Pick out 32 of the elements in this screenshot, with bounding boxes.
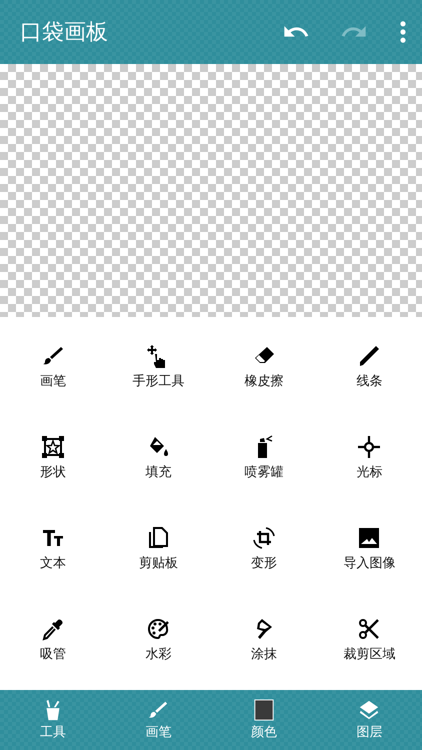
pencil-icon [357,344,382,368]
bottom-tab[interactable]: 颜色 [211,690,316,750]
palette-icon [146,617,170,642]
crosshair-icon [357,434,382,459]
tool-item[interactable]: 文本 [0,504,106,595]
tool-item[interactable]: 填充 [106,412,211,504]
tool-item[interactable]: 变形 [211,504,316,595]
tool-item[interactable]: 手形工具 [106,321,211,412]
tool-item[interactable]: 喷雾罐 [211,412,316,504]
tool-item[interactable]: 光标 [316,412,422,504]
image-icon [357,526,382,550]
tool-item[interactable]: 裁剪区域 [316,594,422,686]
scissors-icon [357,617,382,642]
tool-item[interactable]: 涂抹 [211,594,316,686]
bottom-tab[interactable]: 画笔 [106,690,211,750]
tool-item[interactable]: 剪贴板 [106,504,211,595]
crop-rotate-icon [252,526,276,550]
color-swatch-icon [252,699,275,721]
bottom-tab[interactable]: 图层 [316,690,422,750]
bottom-tab[interactable]: 工具 [0,690,106,750]
tool-item[interactable]: 线条 [316,321,422,412]
tool-item[interactable]: 画笔 [0,321,106,412]
tool-item[interactable]: 吸管 [0,594,106,686]
app-title: 口袋画板 [20,19,108,47]
shape-star-icon [40,434,65,459]
tool-item[interactable]: 形状 [0,412,106,504]
tool-item[interactable]: 橡皮擦 [211,321,316,412]
layers-icon [358,699,380,721]
tool-item[interactable]: 水彩 [106,594,211,686]
copy-icon [146,526,170,550]
tool-item[interactable]: 导入图像 [316,504,422,595]
eyedropper-icon [40,617,65,642]
